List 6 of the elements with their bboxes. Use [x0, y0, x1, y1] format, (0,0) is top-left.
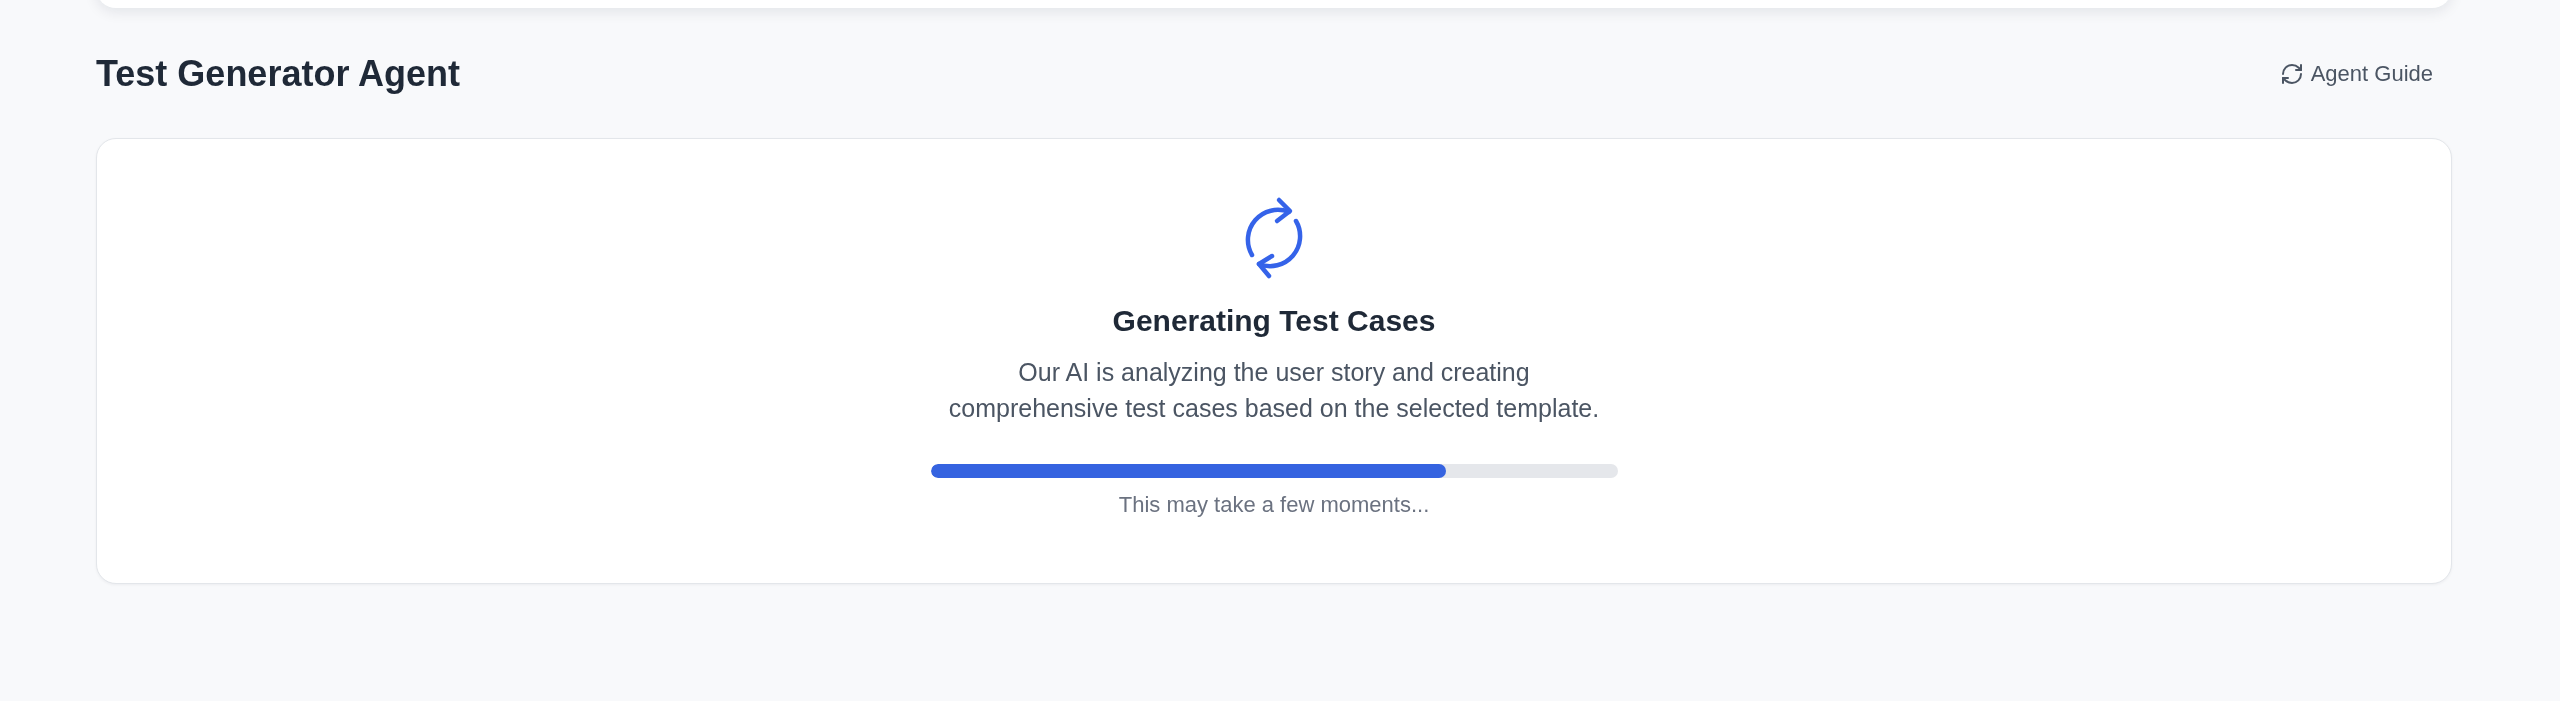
status-heading: Generating Test Cases — [1112, 303, 1436, 339]
status-note: This may take a few moments... — [1118, 491, 1430, 519]
status-description: Our AI is analyzing the user story and creating comprehensive test cases based on the selected template. — [947, 357, 1601, 424]
page-title: Test Generator Agent — [96, 52, 461, 96]
refresh-icon — [2281, 64, 2302, 84]
agent-guide-button[interactable]: Agent Guide — [2265, 52, 2452, 96]
